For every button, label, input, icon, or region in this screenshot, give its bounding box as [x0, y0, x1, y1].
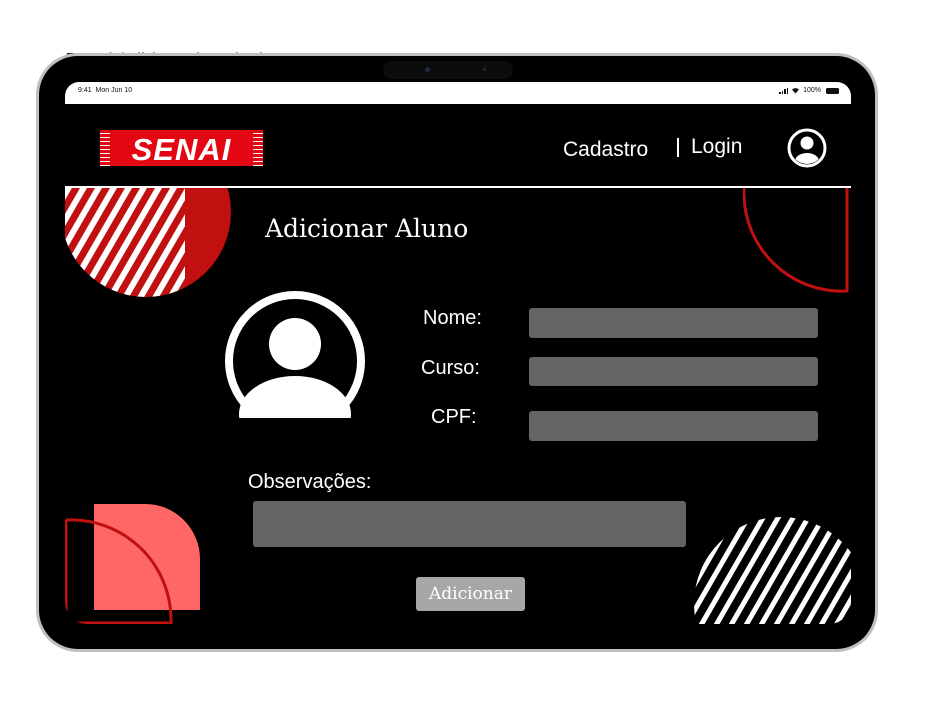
status-bar: 9:41 Mon Jun 10 100%	[65, 82, 851, 104]
page-title: Adicionar Aluno	[265, 214, 469, 243]
observacoes-label: Observações:	[248, 471, 372, 493]
sensor-icon	[483, 68, 486, 71]
battery-percent: 100%	[803, 87, 821, 94]
user-circle-icon	[787, 128, 827, 168]
observacoes-input[interactable]	[253, 501, 686, 547]
cpf-label: CPF:	[431, 406, 477, 428]
status-time: 9:41 Mon Jun 10	[78, 87, 132, 94]
decorative-quarter-arc	[743, 188, 849, 293]
curso-label: Curso:	[421, 357, 480, 379]
nome-input[interactable]	[529, 308, 818, 338]
nav-separator	[677, 138, 679, 157]
cpf-input[interactable]	[529, 411, 818, 441]
camera-icon	[425, 67, 430, 72]
user-avatar-icon	[225, 291, 365, 418]
camera-bar	[383, 61, 513, 79]
signal-icon	[779, 87, 789, 94]
nav-login-link[interactable]: Login	[691, 135, 742, 159]
user-profile-button[interactable]	[786, 127, 828, 169]
decorative-salmon-quarter	[65, 504, 200, 624]
curso-input[interactable]	[529, 357, 818, 386]
status-date: Mon Jun 10	[95, 87, 133, 94]
screen: 9:41 Mon Jun 10 100% SENAI Cadastro Logi…	[65, 82, 851, 624]
decorative-striped-circle	[65, 188, 231, 297]
wifi-icon	[792, 88, 800, 94]
battery-icon	[826, 87, 839, 94]
nome-label: Nome:	[423, 307, 482, 329]
status-clock: 9:41	[78, 87, 92, 94]
adicionar-button[interactable]: Adicionar	[416, 577, 525, 611]
decorative-striped-half-circle	[694, 517, 851, 624]
logo-text: SENAI	[131, 132, 232, 166]
senai-logo: SENAI	[100, 130, 263, 166]
status-indicators: 100%	[779, 87, 839, 94]
nav-cadastro-link[interactable]: Cadastro	[563, 138, 648, 162]
